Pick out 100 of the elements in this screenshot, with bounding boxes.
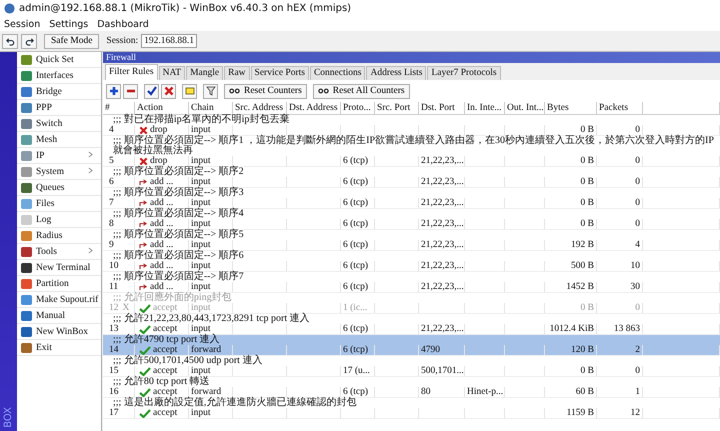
menu-item[interactable]: Settings <box>49 18 88 30</box>
session-field[interactable]: 192.168.88.1 <box>141 34 197 48</box>
action-text: accept <box>153 387 178 397</box>
rule-entry[interactable]: ;;; 順序位置必須固定--> 順序2 6 add ... input 6 (tcp) 21,22,23,... 0 B 0 <box>103 167 720 188</box>
rule-comment: ;;; 這是出廠的設定值,允許連進防火牆已連線確認的封包 <box>113 397 356 408</box>
table-cell: input <box>189 261 233 271</box>
sidebar-item[interactable]: New Terminal <box>17 260 101 276</box>
table-cell: 0 <box>597 219 643 229</box>
table-cell: Hinet-p... <box>465 387 505 397</box>
table-cell: 30 <box>597 282 643 292</box>
brand-text: BOX <box>3 407 14 428</box>
table-cell: 1 <box>597 387 643 397</box>
rule-comment: ;;; 順序位置必須固定--> 順序7 <box>113 271 244 282</box>
action-text: add ... <box>150 198 174 208</box>
table-cell: 2 <box>597 345 643 355</box>
action-text: add ... <box>150 219 174 229</box>
rule-comment: ;;; 允許4790 tcp port 連入 <box>113 334 220 345</box>
rule-entry[interactable]: ;;; 順序位置必須固定--> 順序5 9 add ... input 6 (tcp) 21,22,23,... 192 B 4 <box>103 230 720 251</box>
column-header[interactable]: Src. Address <box>233 102 287 114</box>
sidebar-item[interactable]: Tools <box>17 244 101 260</box>
sidebar-item[interactable]: IP <box>17 148 101 164</box>
tab[interactable]: Address Lists <box>366 66 426 80</box>
sidebar-item[interactable]: Mesh <box>17 132 101 148</box>
rule-comment: ;;; 允許500,1701,4500 udp port 連入 <box>113 355 262 366</box>
sidebar-item[interactable]: Switch <box>17 116 101 132</box>
table-cell: 0 <box>597 177 643 187</box>
window-title: admin@192.168.88.1 (MikroTik) - WinBox v6.40.3 on hEX (mmips) <box>19 3 352 14</box>
column-header[interactable]: Dst. Address <box>287 102 341 114</box>
rule-entry[interactable]: ;;; 順序位置必須固定--> 順序6 10 add ... input 6 (tcp) 21,22,23,... 500 B 10 <box>103 251 720 272</box>
tab[interactable]: Layer7 Protocols <box>427 66 501 80</box>
rule-entry[interactable]: ;;; 允許80 tcp port 轉送 16 accept forward 6 (tcp) 80 Hinet-p... 60 B 1 <box>103 377 720 398</box>
reset-counters-button[interactable]: Reset Counters <box>224 84 307 98</box>
menu-item[interactable]: Dashboard <box>97 18 149 30</box>
column-header[interactable]: Src. Port <box>375 102 419 114</box>
tab[interactable]: Filter Rules <box>105 64 158 80</box>
rule-entry[interactable]: ;;; 允許500,1701,4500 udp port 連入 15 accept input 17 (u... 500,1701... 0 B 0 <box>103 356 720 377</box>
column-header[interactable]: Packets <box>597 102 643 114</box>
column-header[interactable]: Dst. Port <box>419 102 465 114</box>
table-cell: 6 (tcp) <box>341 261 375 271</box>
sidebar-item[interactable]: Quick Set <box>17 52 101 68</box>
column-header[interactable]: Bytes <box>545 102 597 114</box>
rule-entry[interactable]: ;;; 順序位置必須固定--> 順序4 8 add ... input 6 (tcp) 21,22,23,... 0 B 0 <box>103 209 720 230</box>
sidebar-item[interactable]: Queues <box>17 180 101 196</box>
rule-comment: ;;; 順序位置必須固定--> 順序4 <box>113 208 244 219</box>
sidebar-item[interactable]: System <box>17 164 101 180</box>
table-cell: 0 B <box>545 198 597 208</box>
table-cell: input <box>189 282 233 292</box>
rule-entry[interactable]: ;;; 允許4790 tcp port 連入 14 accept forward 6 (tcp) 4790 120 B 2 <box>103 335 720 356</box>
sidebar-item[interactable]: Bridge <box>17 84 101 100</box>
column-header[interactable]: Out. Int... <box>505 102 545 114</box>
table-cell: 6 (tcp) <box>341 198 375 208</box>
table-cell: 6 (tcp) <box>341 282 375 292</box>
table-cell: 1012.4 KiB <box>545 324 597 334</box>
reset-counters-button[interactable]: Reset All Counters <box>312 84 410 98</box>
column-header[interactable]: # <box>103 102 135 114</box>
table-cell: input <box>189 219 233 229</box>
table-cell: 1 (ic... <box>341 303 375 313</box>
rule-number: 15 <box>109 366 118 376</box>
table-cell: 0 <box>597 125 643 135</box>
tab[interactable]: Raw <box>224 66 250 80</box>
sidebar-item[interactable]: Files <box>17 196 101 212</box>
tab[interactable]: NAT <box>158 66 186 80</box>
rule-entry[interactable]: ;;; 順序位置必須固定--> 順序1 ，這功能是判斷外網的陌生IP欲嘗試連續登入路由器，在30秒內連續登入五次後，於第六次登入時對方的IP就會被拉黑無法再 5 drop input 6 (tcp) 21,22,23,... 0 B 0 <box>103 136 720 167</box>
column-header[interactable]: Action <box>135 102 189 114</box>
column-header[interactable]: In. Inte... <box>465 102 505 114</box>
rule-entry[interactable]: ;;; 這是出廠的設定值,允許連進防火牆已連線確認的封包 17 accept input 1159 B 12 <box>103 398 720 419</box>
safe-mode-button[interactable]: Safe Mode <box>44 34 100 48</box>
sidebar-item[interactable]: Log <box>17 212 101 228</box>
table-cell: input <box>189 408 233 418</box>
table-cell: 0 B <box>545 303 597 313</box>
sidebar-item[interactable]: PPP <box>17 100 101 116</box>
table-cell: 6 (tcp) <box>341 156 375 166</box>
rule-entry[interactable]: ;;; 順序位置必須固定--> 順序7 11 add ... input 6 (tcp) 21,22,23,... 1452 B 30 <box>103 272 720 293</box>
table-cell: 21,22,23,... <box>419 282 465 292</box>
tab[interactable]: Service Ports <box>250 66 309 80</box>
tab[interactable]: Mangle <box>186 66 224 80</box>
sidebar-item[interactable]: Partition <box>17 276 101 292</box>
table-cell: input <box>189 240 233 250</box>
sidebar-item[interactable]: Interfaces <box>17 68 101 84</box>
table-cell: 0 B <box>545 125 597 135</box>
tab[interactable]: Connections <box>310 66 366 80</box>
table-cell: 6 (tcp) <box>341 387 375 397</box>
table-cell: 6 (tcp) <box>341 345 375 355</box>
table-cell: input <box>189 177 233 187</box>
rule-entry[interactable]: ;;; 順序位置必須固定--> 順序3 7 add ... input 6 (tcp) 21,22,23,... 0 B 0 <box>103 188 720 209</box>
sidebar-item[interactable]: Radius <box>17 228 101 244</box>
sidebar-item[interactable]: Manual <box>17 308 101 324</box>
rule-entry[interactable]: ;;; 對已在掃描ip名單內的不明ip封包丟棄 4 drop input 0 B 0 <box>103 115 720 136</box>
action-text: drop <box>150 125 168 135</box>
table-cell: 6 (tcp) <box>341 240 375 250</box>
table-cell: 0 B <box>545 219 597 229</box>
rule-number: 11 <box>109 282 118 292</box>
menu-item[interactable]: Session <box>4 18 40 30</box>
sidebar-item[interactable]: Make Supout.rif <box>17 292 101 308</box>
table-cell: 0 B <box>545 366 597 376</box>
sidebar-item[interactable]: Exit <box>17 340 101 356</box>
column-header[interactable]: Chain <box>189 102 233 114</box>
sidebar-item[interactable]: New WinBox <box>17 324 101 340</box>
column-header[interactable]: Proto... <box>341 102 375 114</box>
rule-comment: ;;; 對已在掃描ip名單內的不明ip封包丟棄 <box>113 114 290 125</box>
